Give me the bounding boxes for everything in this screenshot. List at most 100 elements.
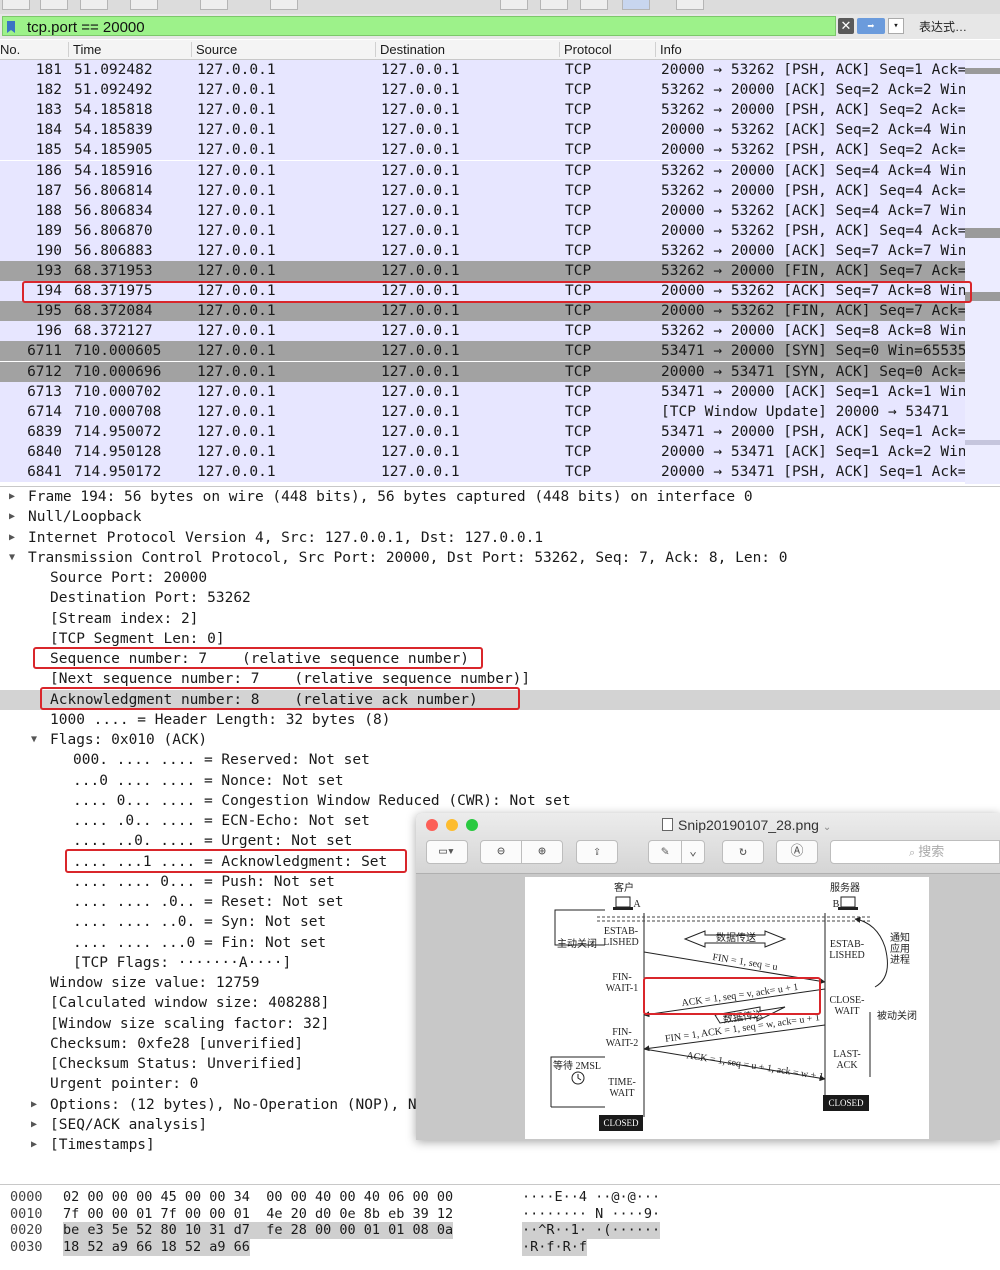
toolbar-button[interactable]	[500, 0, 528, 10]
packet-row[interactable]: 196 68.372127 127.0.0.1 127.0.0.1 TCP 53262 →…	[0, 321, 1000, 342]
packet-row[interactable]: 6840 714.950128 127.0.0.1 127.0.0.1 TCP 20000…	[0, 441, 1000, 462]
toolbar-button[interactable]	[540, 0, 568, 10]
packet-row[interactable]: 6841 714.950172 127.0.0.1 127.0.0.1 TCP 20000…	[0, 462, 1000, 482]
detail-row[interactable]: 1000 .... = Header Length: 32 bytes (8)	[0, 710, 1000, 730]
packet-row[interactable]: 6712 710.000696 127.0.0.1 127.0.0.1 TCP 20000…	[0, 361, 1000, 382]
column-time[interactable]: Time	[68, 42, 101, 57]
rotate-button[interactable]: ↻	[722, 840, 764, 864]
detail-row[interactable]: ▶ Null/Loopback	[0, 507, 1000, 527]
packet-time: 714.950172	[74, 464, 162, 480]
packet-time: 710.000702	[74, 383, 162, 400]
packet-row[interactable]: 187 56.806814 127.0.0.1 127.0.0.1 TCP 53262 →…	[0, 180, 1000, 201]
markup-dropdown-button[interactable]: ⌄	[681, 840, 705, 864]
column-protocol[interactable]: Protocol	[559, 42, 612, 57]
bookmark-icon[interactable]	[7, 21, 15, 33]
expanded-triangle-icon[interactable]: ▼	[31, 730, 37, 750]
collapsed-triangle-icon[interactable]: ▶	[9, 507, 15, 527]
packet-time: 56.806870	[74, 222, 153, 239]
packet-no: 6841	[27, 464, 62, 480]
zoom-out-button[interactable]: ⊖	[480, 840, 522, 864]
detail-row[interactable]: Destination Port: 53262	[0, 588, 1000, 608]
detail-row[interactable]: [TCP Segment Len: 0]	[0, 629, 1000, 649]
expanded-triangle-icon[interactable]: ▼	[9, 548, 15, 568]
search-input[interactable]: ⌕ 搜索	[830, 840, 1000, 864]
column-info[interactable]: Info	[655, 42, 682, 57]
zoom-window-icon[interactable]	[466, 819, 478, 831]
column-source[interactable]: Source	[191, 42, 237, 57]
detail-row[interactable]: Acknowledgment number: 8 (relative ack n…	[0, 689, 1000, 710]
bytes-row[interactable]: 0030 18 52 a9 66 18 52 a9 66 ·R·f·R·f	[0, 1238, 1000, 1256]
toolbar-button[interactable]	[130, 0, 158, 10]
packet-row[interactable]: 6713 710.000702 127.0.0.1 127.0.0.1 TCP 53471…	[0, 381, 1000, 402]
packet-row[interactable]: 186 54.185916 127.0.0.1 127.0.0.1 TCP 53262 →…	[0, 160, 1000, 181]
toolbar-button[interactable]	[80, 0, 108, 10]
detail-row[interactable]: Sequence number: 7 (relative sequence nu…	[0, 649, 1000, 669]
collapsed-triangle-icon[interactable]: ▶	[31, 1115, 37, 1135]
packet-time: 56.806814	[74, 182, 153, 199]
toolbar-button[interactable]	[622, 0, 650, 10]
state-closed-server: CLOSED	[828, 1098, 864, 1108]
markup-button[interactable]: ✎	[648, 840, 682, 864]
collapsed-triangle-icon[interactable]: ▶	[31, 1135, 37, 1155]
packet-row[interactable]: 185 54.185905 127.0.0.1 127.0.0.1 TCP 20000 →…	[0, 140, 1000, 161]
packet-row[interactable]: 184 54.185839 127.0.0.1 127.0.0.1 TCP 20000 →…	[0, 120, 1000, 141]
detail-row[interactable]: ...0 .... .... = Nonce: Not set	[0, 771, 1000, 791]
bytes-row[interactable]: 0000 02 00 00 00 45 00 00 34 00 00 40 00 …	[0, 1189, 1000, 1206]
packet-info: 20000 → 53471 [ACK] Seq=1 Ack=2 Win	[661, 443, 967, 460]
display-filter-input[interactable]: tcp.port == 20000	[2, 16, 836, 36]
clear-filter-icon[interactable]: ✕	[838, 18, 854, 34]
toolbar-button[interactable]	[40, 0, 68, 10]
bytes-row[interactable]: 0010 7f 00 00 01 7f 00 00 01 4e 20 d0 0e …	[0, 1206, 1000, 1223]
detail-row[interactable]: ▶ Internet Protocol Version 4, Src: 127.0…	[0, 528, 1000, 548]
detail-text: 1000 .... = Header Length: 32 bytes (8)	[50, 711, 391, 728]
packet-row[interactable]: 181 51.092482 127.0.0.1 127.0.0.1 TCP 20000 →…	[0, 60, 1000, 80]
detail-row[interactable]: ▼ Flags: 0x010 (ACK)	[0, 730, 1000, 750]
toolbar-button[interactable]	[270, 0, 298, 10]
column-no[interactable]: No.	[0, 42, 20, 57]
toolbar-button[interactable]	[200, 0, 228, 10]
packet-row[interactable]: 6839 714.950072 127.0.0.1 127.0.0.1 TCP 53471…	[0, 421, 1000, 442]
detail-row[interactable]: [Next sequence number: 7 (relative seque…	[0, 669, 1000, 689]
packet-protocol: TCP	[565, 383, 592, 400]
search-placeholder: 搜索	[918, 844, 945, 859]
packet-row[interactable]: 183 54.185818 127.0.0.1 127.0.0.1 TCP 53262 →…	[0, 100, 1000, 121]
packet-row[interactable]: 193 68.371953 127.0.0.1 127.0.0.1 TCP 53262 →…	[0, 261, 1000, 281]
packet-row[interactable]: 194 68.371975 127.0.0.1 127.0.0.1 TCP 20000 →…	[0, 281, 1000, 302]
collapsed-triangle-icon[interactable]: ▶	[31, 1095, 37, 1115]
close-window-icon[interactable]	[426, 819, 438, 831]
collapsed-triangle-icon[interactable]: ▶	[9, 487, 15, 507]
search-icon: ⌕	[909, 847, 919, 859]
toolbar-button[interactable]	[676, 0, 704, 10]
detail-row[interactable]: ▶ Frame 194: 56 bytes on wire (448 bits),…	[0, 487, 1000, 507]
collapsed-triangle-icon[interactable]: ▶	[9, 528, 15, 548]
packet-row[interactable]: 188 56.806834 127.0.0.1 127.0.0.1 TCP 20000 →…	[0, 200, 1000, 221]
bytes-hex: be e3 5e 52 80 10 31 d7 fe 28 00 00 01 0…	[63, 1222, 454, 1239]
bytes-row[interactable]: 0020 be e3 5e 52 80 10 31 d7 fe 28 00 00 …	[0, 1222, 1000, 1239]
detail-row[interactable]: [Stream index: 2]	[0, 609, 1000, 629]
packet-row[interactable]: 190 56.806883 127.0.0.1 127.0.0.1 TCP 53262 →…	[0, 240, 1000, 261]
sidebar-toggle-button[interactable]: ▭▾	[426, 840, 468, 864]
packet-row[interactable]: 6711 710.000605 127.0.0.1 127.0.0.1 TCP 53471…	[0, 341, 1000, 362]
packet-row[interactable]: 182 51.092492 127.0.0.1 127.0.0.1 TCP 53262 →…	[0, 80, 1000, 101]
packet-source: 127.0.0.1	[197, 263, 276, 279]
packet-time: 56.806883	[74, 242, 153, 259]
toolbar-button[interactable]	[580, 0, 608, 10]
share-button[interactable]: ⇪	[576, 840, 618, 864]
detail-row[interactable]: ▼ Transmission Control Protocol, Src Port…	[0, 548, 1000, 568]
column-destination[interactable]: Destination	[375, 42, 445, 57]
packet-row[interactable]: 6714 710.000708 127.0.0.1 127.0.0.1 TCP [TCP …	[0, 401, 1000, 422]
detail-row[interactable]: Source Port: 20000	[0, 568, 1000, 588]
packet-row[interactable]: 189 56.806870 127.0.0.1 127.0.0.1 TCP 20000 →…	[0, 220, 1000, 241]
packet-list-minimap[interactable]	[965, 60, 1000, 484]
detail-row[interactable]: .... 0... .... = Congestion Window Reduc…	[0, 791, 1000, 811]
packet-row[interactable]: 195 68.372084 127.0.0.1 127.0.0.1 TCP 20000 →…	[0, 301, 1000, 322]
expression-button[interactable]: 表达式…	[919, 18, 967, 35]
minimize-window-icon[interactable]	[446, 819, 458, 831]
zoom-in-button[interactable]: ⊕	[521, 840, 563, 864]
detail-row[interactable]: 000. .... .... = Reserved: Not set	[0, 750, 1000, 770]
preview-title[interactable]: Snip20190107_28.png ⌄	[662, 817, 831, 833]
markup-toolbar-button[interactable]: Ⓐ	[776, 840, 818, 864]
apply-filter-icon[interactable]: ➡	[857, 18, 885, 34]
chevron-down-icon[interactable]: ▾	[888, 18, 904, 34]
toolbar-button[interactable]	[2, 0, 30, 10]
